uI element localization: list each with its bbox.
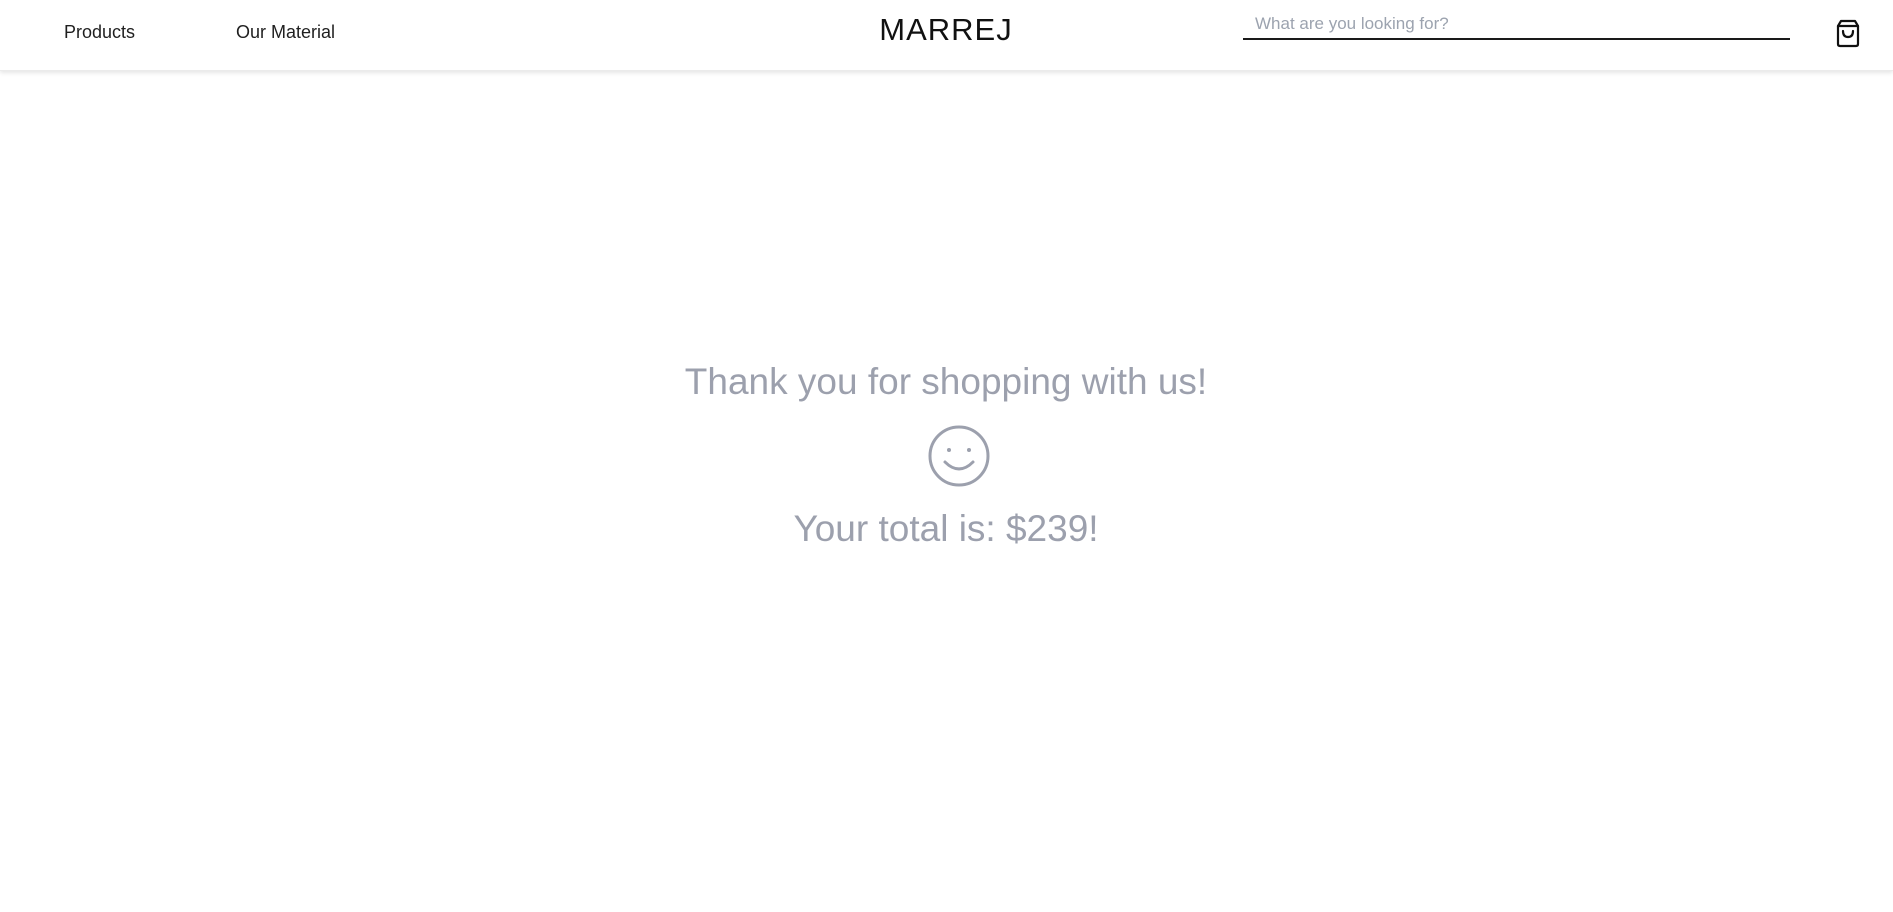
nav-link-our-material[interactable]: Our Material	[236, 22, 335, 43]
thanks-message: Thank you for shopping with us!	[684, 361, 1208, 402]
search-input[interactable]	[1243, 10, 1790, 40]
shopping-bag-icon[interactable]	[1832, 17, 1864, 49]
brand-logo[interactable]: MARREJ	[846, 12, 1046, 48]
order-confirmation: Thank you for shopping with us! Your tot…	[0, 71, 1893, 912]
nav-link-products[interactable]: Products	[64, 22, 135, 43]
order-total: Your total is: $239!	[793, 508, 1099, 549]
smiley-face-icon	[927, 424, 991, 488]
site-header: Products Our Material MARREJ	[0, 0, 1893, 71]
